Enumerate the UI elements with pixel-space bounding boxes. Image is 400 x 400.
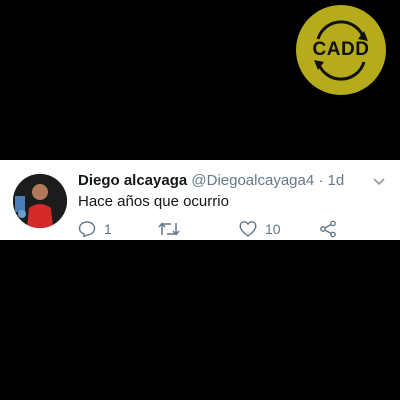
tweet-time[interactable]: 1d: [328, 172, 345, 189]
tweet-card[interactable]: Diego alcayaga @Diegoalcayaga4 · 1d Hace…: [0, 160, 400, 240]
tweet-text: Hace años que ocurrio: [78, 193, 229, 210]
cadd-watermark-logo: CADD: [296, 5, 386, 95]
display-name[interactable]: Diego alcayaga: [78, 172, 187, 189]
retweet-icon: [158, 222, 180, 236]
tweet-actions: 1 10: [78, 220, 378, 240]
share-icon: [320, 220, 336, 238]
like-count: 10: [265, 221, 281, 237]
reply-icon: [78, 221, 96, 238]
separator-dot: ·: [318, 172, 324, 189]
tweet-header: Diego alcayaga @Diegoalcayaga4 · 1d: [78, 172, 344, 189]
share-button[interactable]: [319, 220, 337, 238]
like-icon: [239, 221, 257, 237]
chevron-down-icon[interactable]: [372, 174, 386, 192]
user-handle[interactable]: @Diegoalcayaga4: [191, 172, 314, 189]
like-button[interactable]: 10: [239, 220, 281, 238]
avatar[interactable]: [13, 174, 67, 228]
logo-text: CADD: [312, 39, 370, 60]
retweet-button[interactable]: [158, 220, 188, 238]
reply-count: 1: [104, 221, 112, 237]
reply-button[interactable]: 1: [78, 220, 112, 238]
